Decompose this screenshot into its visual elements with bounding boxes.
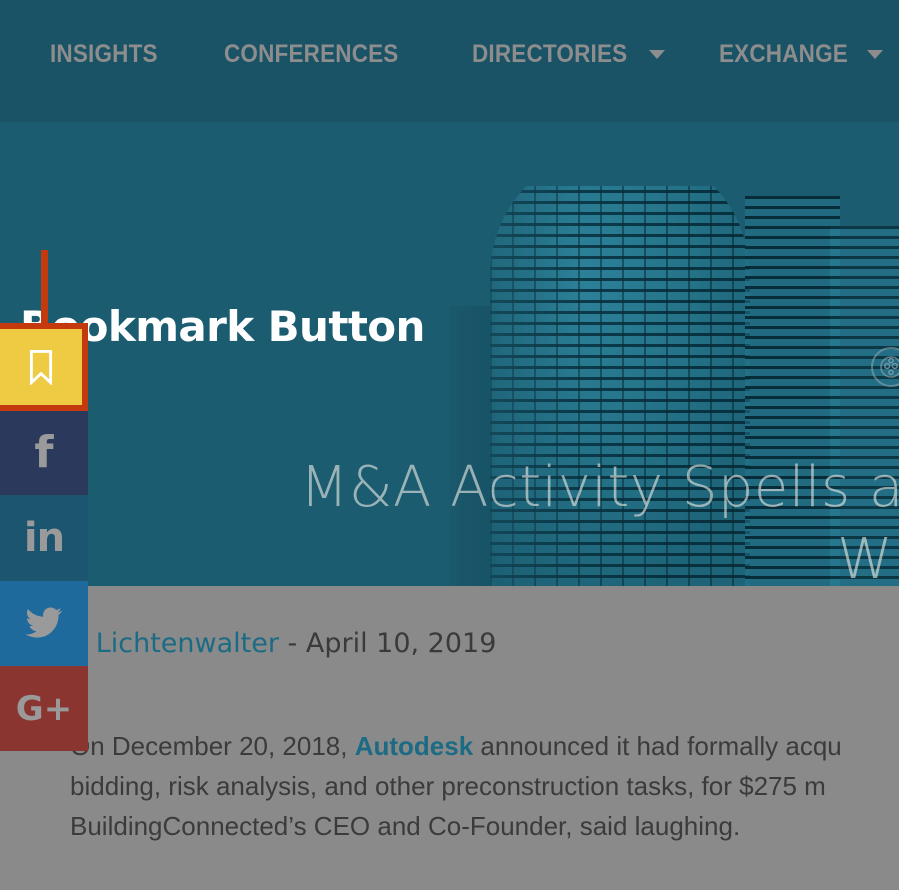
hero-headline-line-2: W [837,526,893,586]
nav-item-label: INSIGHTS [50,40,158,68]
linkedin-share-button[interactable]: in [0,495,88,581]
linkedin-icon: in [23,515,65,561]
nav-item-conferences[interactable]: CONFERENCES [224,42,418,67]
google-plus-share-button[interactable]: G+ [0,666,88,751]
top-navigation-bar: INSIGHTS CONFERENCES DIRECTORIES EXCHANG… [0,0,899,122]
author-link[interactable]: n Lichtenwalter [70,628,279,659]
facebook-share-button[interactable]: f [0,411,88,495]
hero-banner: Bookmark Button M&A Activity Spells a W [0,122,899,586]
article-line-2: bidding, risk analysis, and other precon… [70,771,826,801]
nav-item-label: DIRECTORIES [471,40,627,68]
nav-item-directories[interactable]: DIRECTORIES [472,42,666,67]
google-plus-icon: G+ [15,688,73,729]
bookmark-connector-line [41,250,48,328]
bookmark-button[interactable] [0,323,88,411]
twitter-icon [25,606,63,638]
article-paragraph: On December 20, 2018, Autodesk announced… [70,726,899,846]
article-line-3: BuildingConnected’s CEO and Co-Founder, … [70,811,741,841]
nav-item-exchange[interactable]: EXCHANGE [719,40,884,68]
accessibility-glyph [880,356,899,378]
publish-date: April 10, 2019 [305,628,497,659]
nav-item-label: EXCHANGE [719,40,849,68]
article-content-area: n Lichtenwalter - April 10, 2019 On Dece… [0,586,899,890]
article-line-1-pre: On December 20, 2018, [70,731,355,761]
article-byline: n Lichtenwalter - April 10, 2019 [70,628,496,659]
byline-separator: - [278,628,306,659]
nav-item-label: CONFERENCES [223,40,399,68]
nav-item-list: INSIGHTS CONFERENCES DIRECTORIES EXCHANG… [50,40,884,68]
nav-item-insights[interactable]: INSIGHTS [50,42,170,67]
hero-headline: M&A Activity Spells a W [300,452,899,586]
hero-headline-line-1: M&A Activity Spells a [300,455,899,520]
bookmark-icon [29,349,53,385]
chevron-down-icon [867,50,884,59]
chevron-down-icon [649,50,666,59]
twitter-share-button[interactable] [0,581,88,666]
social-share-rail: f in G+ [0,323,88,751]
article-line-1: On December 20, 2018, Autodesk announced… [70,726,899,766]
autodesk-link[interactable]: Autodesk [355,731,473,761]
facebook-icon: f [34,427,54,478]
page-root: INSIGHTS CONFERENCES DIRECTORIES EXCHANG… [0,0,899,890]
article-line-1-post: announced it had formally acqu [473,731,842,761]
